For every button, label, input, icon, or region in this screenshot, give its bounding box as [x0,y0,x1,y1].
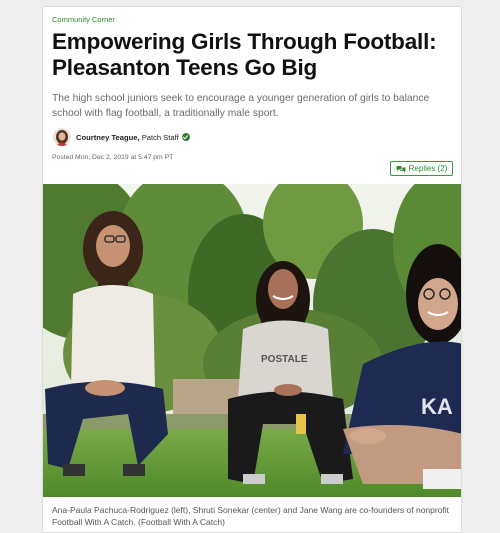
article-photo: POSTALE KA [43,169,461,497]
author-avatar[interactable] [53,128,71,146]
replies-button[interactable]: Replies (2) [390,161,453,176]
category-link[interactable]: Community Corner [52,15,115,24]
verified-check-icon [181,133,190,141]
posted-date: Posted Mon, Dec 2, 2019 at 5:47 pm PT [52,154,174,161]
article-title: Empowering Girls Through Football: Pleas… [52,29,437,80]
article-subtitle: The high school juniors seek to encourag… [52,93,430,119]
photo-caption: Ana-Paula Pachuca-Rodriguez (left), Shru… [52,505,450,527]
author-byline: Courtney Teague, Patch Staff [76,133,190,142]
article-card: Community Corner Empowering Girls Throug… [42,6,462,533]
svg-text:KA: KA [421,394,453,419]
chat-bubbles-icon [396,165,406,172]
replies-label: Replies (2) [408,164,448,173]
author-role: Patch Staff [141,133,179,142]
author-name[interactable]: Courtney Teague, [76,133,140,142]
svg-text:POSTALE: POSTALE [261,354,308,365]
